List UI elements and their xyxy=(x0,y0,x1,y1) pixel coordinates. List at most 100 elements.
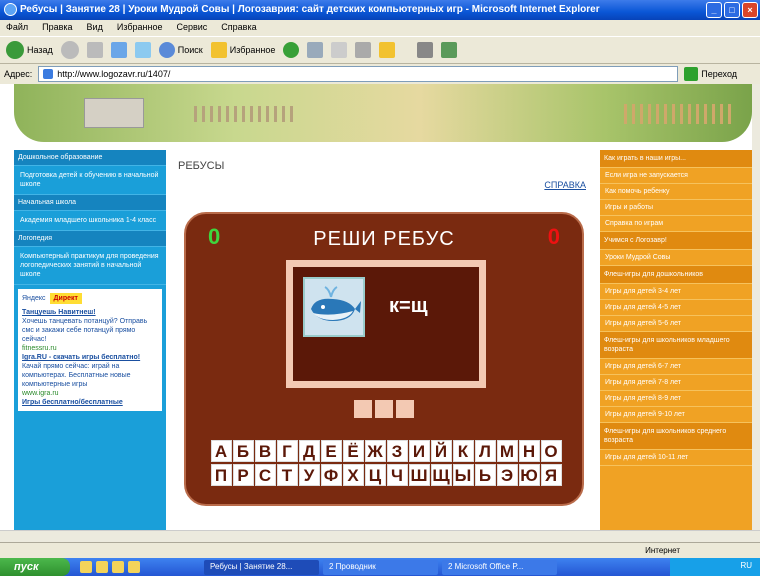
ad-title-2[interactable]: Igra.RU - скачать игры бесплатно! xyxy=(22,354,140,361)
letter-key[interactable]: Й xyxy=(430,440,452,462)
go-button[interactable]: Переход xyxy=(684,67,737,81)
letter-key[interactable]: Т xyxy=(276,464,298,486)
right-sidebar-link[interactable]: Если игра не запускается xyxy=(600,168,752,184)
close-button[interactable]: × xyxy=(742,2,758,18)
right-section-preschool-games[interactable]: Флеш-игры для дошкольников xyxy=(600,266,752,284)
research-icon[interactable] xyxy=(441,42,458,58)
letter-key[interactable]: К xyxy=(452,440,474,462)
letter-key[interactable]: Б xyxy=(232,440,254,462)
maximize-button[interactable]: □ xyxy=(724,2,740,18)
menu-file[interactable]: Файл xyxy=(6,22,28,34)
letter-key[interactable]: Р xyxy=(232,464,254,486)
sidebar-section-preschool[interactable]: Дошкольное образование xyxy=(14,150,166,166)
right-sidebar-link[interactable]: Игры для детей 7-8 лет xyxy=(600,375,752,391)
sidebar-link-academy[interactable]: Академия младшего школьника 1-4 класс xyxy=(14,211,166,231)
mail-icon[interactable] xyxy=(331,42,348,58)
menu-favorites[interactable]: Избранное xyxy=(117,22,163,34)
right-sidebar-link[interactable]: Игры для детей 10-11 лет xyxy=(600,450,752,466)
letter-key[interactable]: Ч xyxy=(386,464,408,486)
stop-icon[interactable] xyxy=(86,42,103,58)
ad-url-2[interactable]: www.igra.ru xyxy=(22,389,158,398)
right-section-middle-games[interactable]: Флеш-игры для школьников среднего возрас… xyxy=(600,423,752,450)
sidebar-link-practicum[interactable]: Компьютерный практикум для проведения ло… xyxy=(14,247,166,285)
direct-link[interactable]: Директ xyxy=(49,293,82,304)
letter-key[interactable]: Г xyxy=(276,440,298,462)
letter-key[interactable]: А xyxy=(210,440,232,462)
task-ie[interactable]: Ребусы | Занятие 28... xyxy=(204,559,319,575)
letter-key[interactable]: С xyxy=(254,464,276,486)
right-sidebar-link[interactable]: Игры для детей 6-7 лет xyxy=(600,359,752,375)
letter-key[interactable]: Ю xyxy=(518,464,540,486)
right-sidebar-link[interactable]: Игры для детей 4-5 лет xyxy=(600,300,752,316)
letter-key[interactable]: Н xyxy=(518,440,540,462)
favorites-button[interactable]: Избранное xyxy=(210,42,275,58)
search-button[interactable]: Поиск xyxy=(158,42,203,58)
letter-key[interactable]: Ш xyxy=(408,464,430,486)
right-sidebar-link[interactable]: Игры для детей 9-10 лет xyxy=(600,407,752,423)
start-button[interactable]: пуск xyxy=(0,558,70,576)
ad-url-1[interactable]: fitnessru.ru xyxy=(22,344,158,353)
right-sidebar-link[interactable]: Игры для детей 5-6 лет xyxy=(600,316,752,332)
task-office[interactable]: 2 Microsoft Office P... xyxy=(442,559,557,575)
letter-key[interactable]: Ь xyxy=(474,464,496,486)
answer-slot[interactable] xyxy=(354,400,372,418)
right-sidebar-link[interactable]: Уроки Мудрой Совы xyxy=(600,250,752,266)
sidebar-link-preparation[interactable]: Подготовка детей к обучению в начальной … xyxy=(14,166,166,195)
right-section-learn[interactable]: Учимся с Логозавр! xyxy=(600,232,752,250)
sidebar-section-logopedia[interactable]: Логопедия xyxy=(14,231,166,247)
right-sidebar-link[interactable]: Справка по играм xyxy=(600,216,752,232)
letter-key[interactable]: Щ xyxy=(430,464,452,486)
letter-key[interactable]: Э xyxy=(496,464,518,486)
media-icon[interactable] xyxy=(283,42,300,58)
ad-title-3[interactable]: Игры бесплатно/бесплатные xyxy=(22,399,123,406)
history-icon[interactable] xyxy=(307,42,324,58)
right-section-junior-games[interactable]: Флеш-игры для школьников младшего возрас… xyxy=(600,332,752,359)
print-icon[interactable] xyxy=(355,42,372,58)
letter-key[interactable]: Ы xyxy=(452,464,474,486)
letter-key[interactable]: И xyxy=(408,440,430,462)
quick-launch-icon[interactable] xyxy=(96,561,108,573)
letter-key[interactable]: Д xyxy=(298,440,320,462)
menu-edit[interactable]: Правка xyxy=(42,22,72,34)
minimize-button[interactable]: _ xyxy=(706,2,722,18)
letter-key[interactable]: Ф xyxy=(320,464,342,486)
right-sidebar-link[interactable]: Игры для детей 3-4 лет xyxy=(600,284,752,300)
quick-launch-icon[interactable] xyxy=(128,561,140,573)
menu-help[interactable]: Справка xyxy=(221,22,256,34)
right-sidebar-link[interactable]: Игры для детей 8-9 лет xyxy=(600,391,752,407)
letter-key[interactable]: Ё xyxy=(342,440,364,462)
quick-launch-icon[interactable] xyxy=(80,561,92,573)
quick-launch-icon[interactable] xyxy=(112,561,124,573)
folder-icon[interactable] xyxy=(379,42,396,58)
task-explorer[interactable]: 2 Проводник xyxy=(323,559,438,575)
letter-key[interactable]: Ж xyxy=(364,440,386,462)
letter-key[interactable]: В xyxy=(254,440,276,462)
right-sidebar-link[interactable]: Как помочь ребенку xyxy=(600,184,752,200)
answer-slot[interactable] xyxy=(375,400,393,418)
letter-key[interactable]: З xyxy=(386,440,408,462)
right-section-howto[interactable]: Как играть в наши игры... xyxy=(600,150,752,168)
home-icon[interactable] xyxy=(134,42,151,58)
letter-key[interactable]: П xyxy=(210,464,232,486)
letter-key[interactable]: О xyxy=(540,440,562,462)
back-button[interactable]: Назад xyxy=(6,41,53,59)
right-sidebar-link[interactable]: Игры и работы xyxy=(600,200,752,216)
letter-key[interactable]: Л xyxy=(474,440,496,462)
menu-tools[interactable]: Сервис xyxy=(176,22,207,34)
sidebar-section-primary[interactable]: Начальная школа xyxy=(14,195,166,211)
forward-button[interactable] xyxy=(60,41,79,59)
menu-view[interactable]: Вид xyxy=(87,22,103,34)
vertical-scrollbar[interactable] xyxy=(752,84,760,530)
letter-key[interactable]: Ц xyxy=(364,464,386,486)
letter-key[interactable]: Я xyxy=(540,464,562,486)
letter-key[interactable]: У xyxy=(298,464,320,486)
answer-slot[interactable] xyxy=(396,400,414,418)
messenger-icon[interactable] xyxy=(417,42,434,58)
letter-key[interactable]: Х xyxy=(342,464,364,486)
horizontal-scrollbar[interactable] xyxy=(0,530,760,542)
letter-key[interactable]: Е xyxy=(320,440,342,462)
help-link[interactable]: СПРАВКА xyxy=(544,180,586,190)
refresh-icon[interactable] xyxy=(110,42,127,58)
ad-title-1[interactable]: Танцуешь Навитнеш! xyxy=(22,309,96,316)
letter-key[interactable]: М xyxy=(496,440,518,462)
